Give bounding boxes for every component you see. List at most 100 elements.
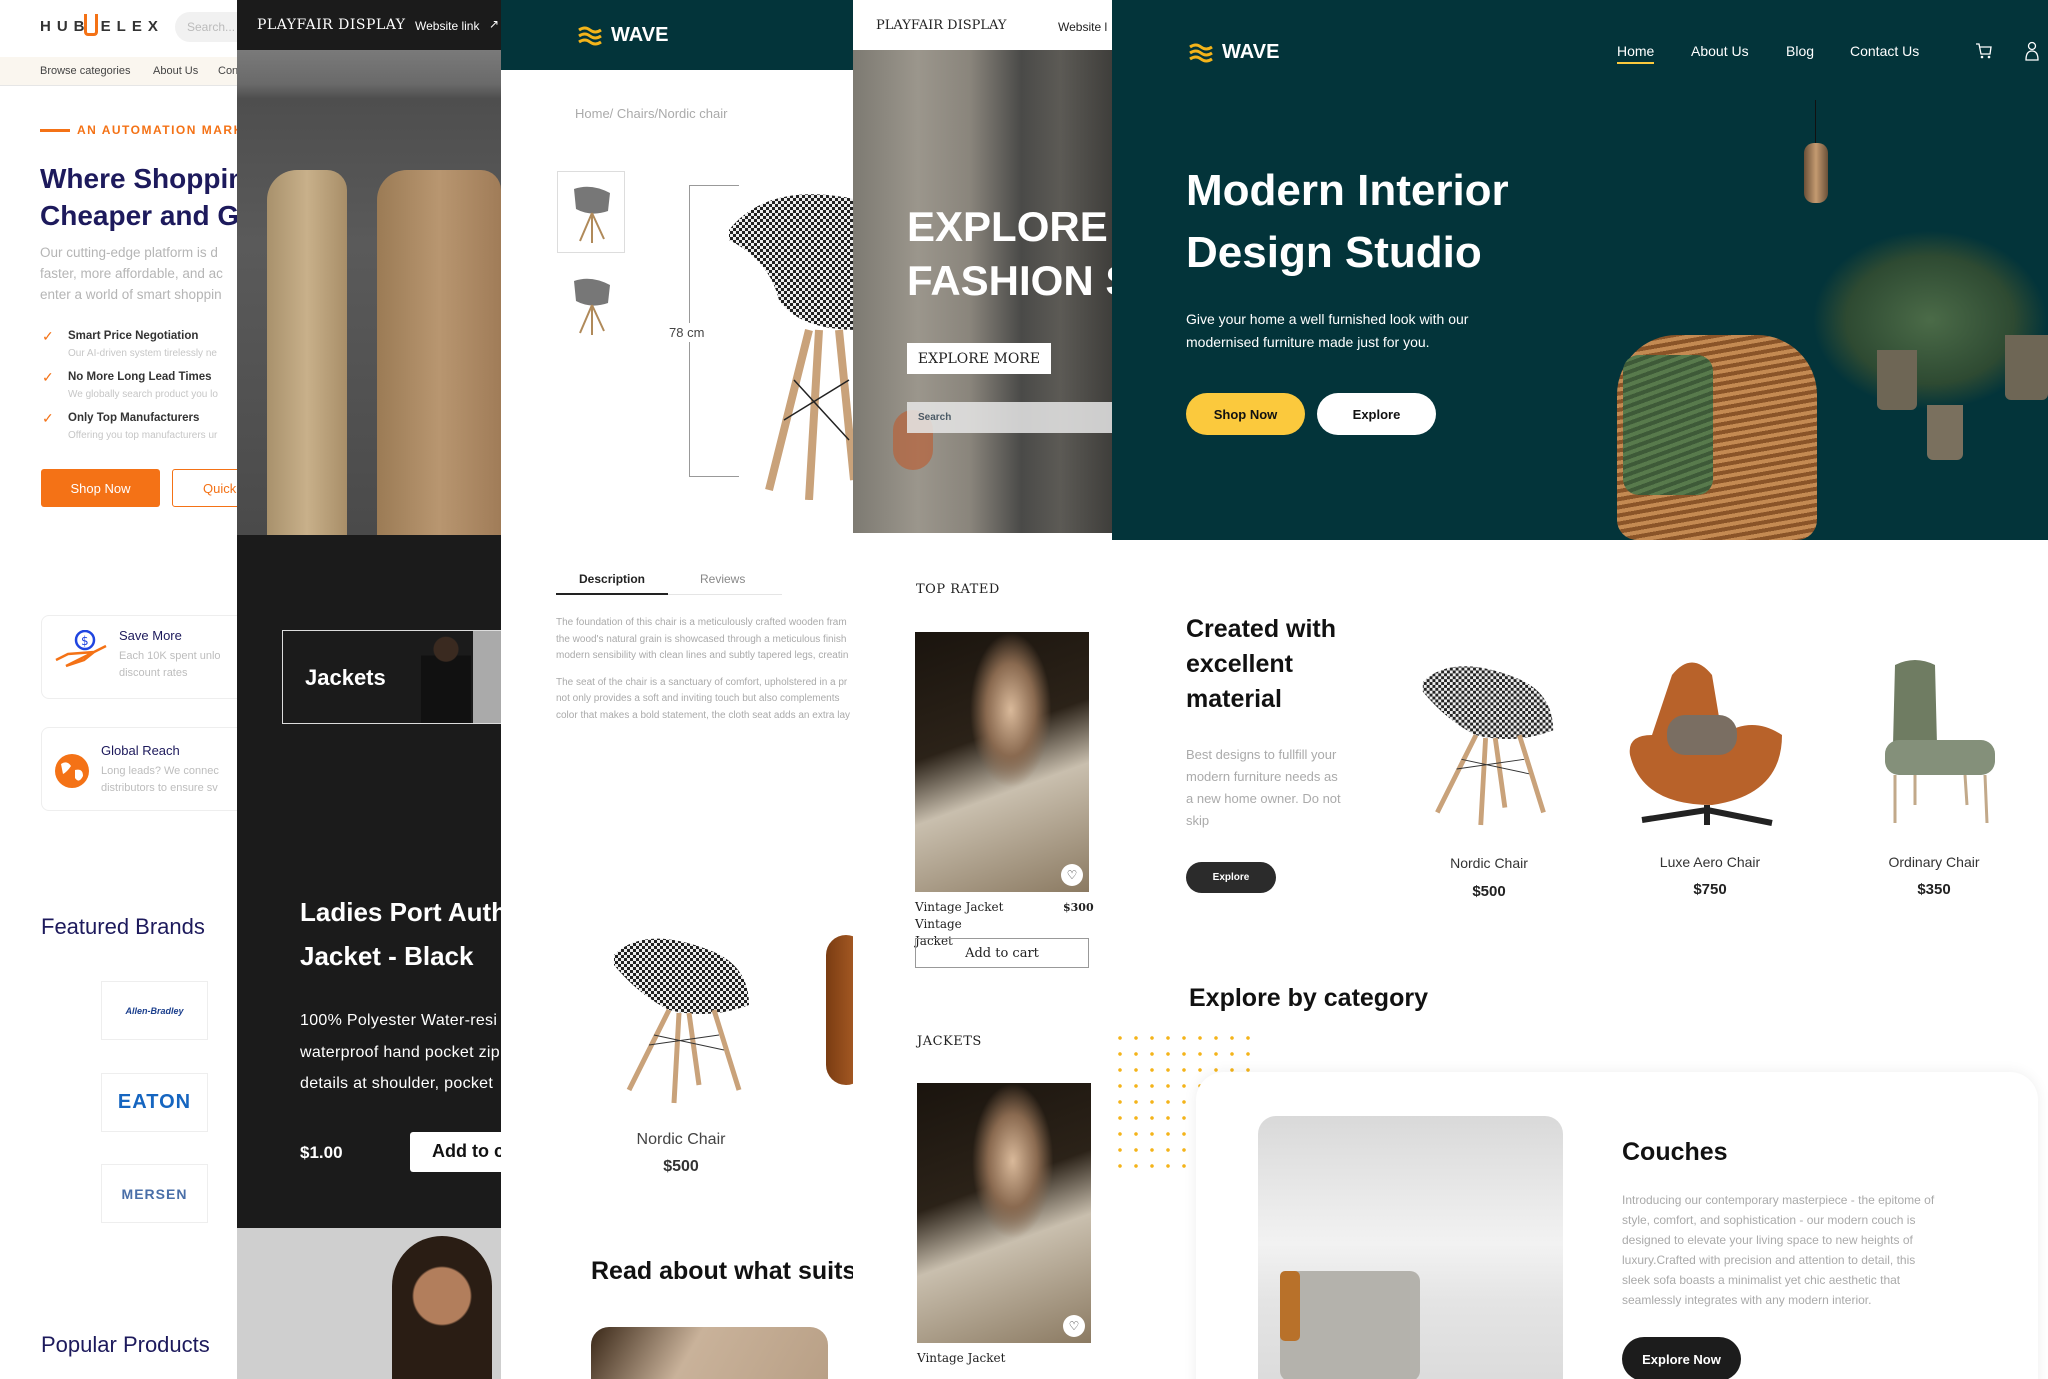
hero-heading: EXPLORE YFASHION S xyxy=(907,203,1112,304)
add-to-cart-button[interactable]: Add to c xyxy=(410,1132,501,1172)
feature-desc: Our AI-driven system tirelessly ne xyxy=(68,348,217,359)
category-card-couches: Couches Introducing our contemporary mas… xyxy=(1196,1072,2038,1379)
explore-now-button[interactable]: Explore Now xyxy=(1622,1337,1741,1379)
brand-eaton[interactable]: EATON xyxy=(101,1073,208,1132)
website-link[interactable]: Website link xyxy=(415,19,479,33)
card-desc: Long leads? We connec distributors to ens… xyxy=(101,765,219,794)
paragraph-line: faster, more affordable, and ac xyxy=(40,266,223,281)
tab-reviews[interactable]: Reviews xyxy=(700,572,745,586)
explore-more-button[interactable]: EXPLORE MORE xyxy=(907,343,1051,374)
chair-thumbnail-image xyxy=(574,186,610,243)
wave-logo[interactable]: WAVE xyxy=(1222,41,1279,64)
category-description: Introducing our contemporary masterpiece… xyxy=(1622,1193,1935,1307)
ordinary-chair-image[interactable] xyxy=(1875,655,2000,830)
check-icon: ✓ xyxy=(42,369,54,385)
search-input[interactable]: Search xyxy=(907,402,1112,433)
product-price: $1.00 xyxy=(300,1143,343,1162)
card-title: Global Reach xyxy=(101,743,180,758)
couch-shape xyxy=(1280,1271,1420,1379)
brand-logo[interactable]: PLAYFAIR DISPLAY xyxy=(876,18,1006,33)
chair-thumbnail-image-2[interactable] xyxy=(566,275,616,337)
shop-now-button[interactable]: Shop Now xyxy=(41,469,160,507)
nav-browse-categories[interactable]: Browse categories xyxy=(40,65,131,77)
nav-blog[interactable]: Blog xyxy=(1786,43,1814,59)
website-link[interactable]: Website l xyxy=(1058,20,1107,34)
breadcrumb[interactable]: Home/ Chairs/Nordic chair xyxy=(575,106,727,121)
luxe-aero-chair-image[interactable] xyxy=(1622,655,1792,830)
nav-about-us[interactable]: About Us xyxy=(153,65,198,77)
wave-logo[interactable]: WAVE xyxy=(611,24,668,47)
pendant-cord xyxy=(1815,100,1816,145)
quick-button[interactable]: Quick xyxy=(172,469,237,507)
search-input[interactable]: Search... xyxy=(175,12,237,42)
cart-icon[interactable] xyxy=(1975,42,1993,60)
product-name[interactable]: Luxe Aero Chair xyxy=(1610,854,1810,870)
nav-contact-us[interactable]: Contact Us xyxy=(1850,43,1919,59)
feature-title: No More Long Lead Times xyxy=(68,371,212,383)
product-name[interactable]: Ordinary Chair xyxy=(1834,854,2034,870)
header: PLAYFAIR DISPLAY Website l xyxy=(853,0,1112,50)
add-to-cart-button[interactable]: Add to cart xyxy=(915,938,1089,968)
nav-home[interactable]: Home xyxy=(1617,43,1655,64)
product-title: Ladies Port Auth Jacket - Black xyxy=(300,897,501,971)
product-price: $500 xyxy=(1472,883,1506,900)
brand-logo[interactable]: PLAYFAIR DISPLAY xyxy=(257,17,405,33)
brand-mersen[interactable]: MERSEN xyxy=(101,1164,208,1223)
globe-icon xyxy=(55,754,89,788)
shop-now-button[interactable]: Shop Now xyxy=(1186,393,1305,435)
check-icon: ✓ xyxy=(42,410,54,426)
category-label: Jackets xyxy=(305,665,386,690)
product-price: $350 xyxy=(1917,881,1951,898)
nav-contact[interactable]: Con xyxy=(218,65,237,77)
heart-icon[interactable]: ♡ xyxy=(1061,864,1083,886)
nordic-chair-main-image xyxy=(729,194,853,500)
nav-about-us[interactable]: About Us xyxy=(1691,43,1749,59)
coat-image xyxy=(267,170,347,535)
feature-title: Only Top Manufacturers xyxy=(68,412,200,424)
featured-brands-heading: Featured Brands xyxy=(41,914,205,939)
blog-post-image[interactable] xyxy=(591,1327,828,1379)
user-icon[interactable] xyxy=(2025,41,2039,61)
jacket-model-image xyxy=(421,633,471,723)
money-hand-icon: $ xyxy=(55,630,107,668)
save-more-card: $ Save More Each 10K spent unlo discount … xyxy=(41,615,237,699)
category-card-jackets[interactable]: Jackets xyxy=(282,630,501,724)
product-image-vintage-jacket-2[interactable]: ♡ xyxy=(917,1083,1091,1343)
hubelex-logo[interactable]: HUB ELEX xyxy=(40,18,164,35)
product-name[interactable]: Vintage Jacket xyxy=(917,1351,1005,1365)
heading-line: Where Shoppin xyxy=(40,163,237,194)
active-tab-indicator xyxy=(556,593,668,595)
hubelex-page: HUB ELEX Search... Browse categories Abo… xyxy=(0,0,237,1379)
hero-section: WAVE Home About Us Blog Contact Us Moder… xyxy=(1112,0,2048,540)
brand-allen-bradley[interactable]: Allen-Bradley xyxy=(101,981,208,1040)
material-explore-button[interactable]: Explore xyxy=(1186,862,1276,893)
couch-image[interactable] xyxy=(1258,1116,1563,1379)
blog-section-heading: Read about what suits xyxy=(591,1257,853,1285)
wave-logo-icon xyxy=(1189,43,1213,63)
card-desc: Each 10K spent unlo discount rates xyxy=(119,650,221,679)
brand-logo-text: MERSEN xyxy=(121,1185,188,1202)
related-nordic-chair-image xyxy=(614,938,749,1104)
category-title: Couches xyxy=(1622,1138,1728,1166)
hero-heading: Where Shoppin Cheaper and G xyxy=(40,160,237,234)
related-product-name[interactable]: Nordic Chair xyxy=(581,1131,781,1149)
explore-button[interactable]: Explore xyxy=(1317,393,1436,435)
product-price: $750 xyxy=(1693,881,1727,898)
paragraph-line: Our cutting-edge platform is d xyxy=(40,245,218,260)
tagline-line xyxy=(40,129,70,132)
feature-desc: Offering you top manufacturers ur xyxy=(68,430,218,441)
nordic-chair-image[interactable] xyxy=(1418,650,1558,830)
pendant-lamp-image xyxy=(1804,143,1828,203)
product-image-vintage-jacket[interactable]: ♡ xyxy=(915,632,1089,892)
product-name[interactable]: Nordic Chair xyxy=(1389,855,1589,871)
paragraph-line: enter a world of smart shoppin xyxy=(40,287,222,302)
hero-subtitle: Give your home a well furnished look wit… xyxy=(1186,311,1469,350)
plant-pot xyxy=(1877,350,1917,410)
check-icon: ✓ xyxy=(42,328,54,344)
material-description: Best designs to fullfill your modern furn… xyxy=(1186,747,1341,828)
header: WAVE xyxy=(501,0,853,70)
heart-icon[interactable]: ♡ xyxy=(1063,1315,1085,1337)
tab-description[interactable]: Description xyxy=(579,572,645,586)
product-price: $300 xyxy=(1063,901,1094,914)
playfair-shop-page: PLAYFAIR DISPLAY Website l EXPLORE YFASH… xyxy=(853,0,1112,1379)
